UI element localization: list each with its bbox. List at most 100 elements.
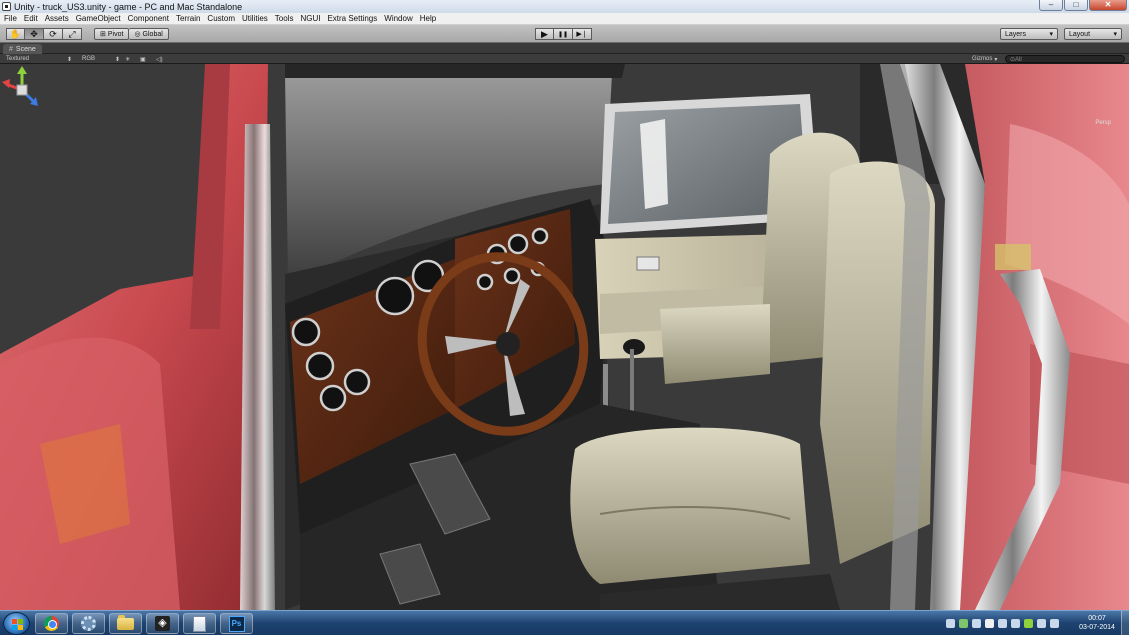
taskbar-document[interactable] <box>183 613 216 634</box>
audio-toggle[interactable]: ◁) <box>156 54 163 64</box>
transform-tools: ✋ ✥ ⟳ ⤢ <box>6 28 82 40</box>
rotate-icon: ⟳ <box>49 28 57 39</box>
speaker-icon[interactable] <box>1037 619 1046 628</box>
taskbar-chrome[interactable] <box>35 613 68 634</box>
tab-scene[interactable]: # Scene <box>3 44 42 54</box>
main-toolbar: ✋ ✥ ⟳ ⤢ ⊞ Pivot ◎ Global ▶ ❚❚ ▶❘ Layers ▾ L… <box>0 25 1129 43</box>
taskbar-unity[interactable]: ◈ <box>146 613 179 634</box>
color-mode-label: RGB <box>82 56 96 62</box>
pause-button[interactable]: ❚❚ <box>554 28 573 40</box>
image-icon: ▣ <box>140 56 146 63</box>
wifi-icon[interactable] <box>1011 619 1020 628</box>
dropdown-arrow-icon: ⬍ <box>115 56 121 63</box>
keyboard-icon[interactable] <box>1050 619 1059 628</box>
minimize-button[interactable]: – <box>1039 0 1063 11</box>
truck-cab-render <box>0 64 1129 610</box>
dropdown-arrow-icon: ▾ <box>994 56 998 63</box>
menu-terrain[interactable]: Terrain <box>176 14 200 23</box>
global-toggle[interactable]: ◎ Global <box>129 28 169 40</box>
window-title: Unity - truck_US3.unity - game - PC and … <box>14 1 243 12</box>
dropdown-arrow-icon: ▾ <box>1113 31 1117 38</box>
gizmos-label: Gizmos <box>972 56 993 62</box>
scene-search-input[interactable]: ⊙All <box>1005 55 1125 63</box>
projection-label[interactable]: Persp <box>1095 120 1111 126</box>
scene-view-toolbar: Textured ⬍ RGB ⬍ ☀ ▣ ◁) Gizmos ▾ ⊙All <box>0 54 1129 64</box>
layout-dropdown-group: Layout ▾ <box>1064 28 1122 40</box>
flag-icon[interactable] <box>985 619 994 628</box>
folder-icon <box>117 614 134 630</box>
taskbar-photoshop[interactable]: Ps <box>220 613 253 634</box>
scene-viewport[interactable]: Persp <box>0 64 1129 610</box>
windows-logo-icon <box>12 619 23 630</box>
global-label: Global <box>142 30 163 38</box>
close-button[interactable]: ✕ <box>1089 0 1127 11</box>
dropdown-arrow-icon: ⬍ <box>67 56 73 63</box>
layout-dropdown[interactable]: Layout ▾ <box>1064 28 1122 40</box>
pivot-label: Pivot <box>107 30 124 38</box>
menu-gameobject[interactable]: GameObject <box>76 14 121 23</box>
color-mode-dropdown[interactable]: RGB ⬍ <box>82 54 120 64</box>
move-icon: ✥ <box>30 28 38 39</box>
scene-tab-label: Scene <box>15 45 36 53</box>
step-button[interactable]: ▶❘ <box>573 28 592 40</box>
sun-icon: ☀ <box>125 56 131 63</box>
system-tray <box>946 616 1063 631</box>
scene-tab-bar: # Scene <box>0 43 1129 54</box>
gizmos-dropdown[interactable]: Gizmos ▾ <box>972 54 997 64</box>
move-tool-button[interactable]: ✥ <box>25 28 44 40</box>
settings-icon <box>81 616 96 631</box>
unity-icon: ◈ <box>155 616 170 631</box>
menu-custom[interactable]: Custom <box>207 14 235 23</box>
maximize-button[interactable]: □ <box>1064 0 1088 11</box>
taskbar-clock[interactable]: 00:07 03-07-2014 <box>1078 614 1116 632</box>
layers-dropdown[interactable]: Layers ▾ <box>1000 28 1058 40</box>
effects-toggle[interactable]: ▣ <box>140 54 146 64</box>
document-icon <box>193 615 206 632</box>
menu-ngui[interactable]: NGUI <box>300 14 320 23</box>
lighting-toggle[interactable]: ☀ <box>125 54 130 64</box>
pivot-toggle[interactable]: ⊞ Pivot <box>94 28 130 40</box>
volume-icon[interactable] <box>972 619 981 628</box>
windows-taskbar: ◈ Ps 00:07 03-07-2014 <box>0 610 1129 635</box>
pivot-controls: ⊞ Pivot ◎ Global <box>94 28 169 40</box>
layers-dropdown-group: Layers ▾ <box>1000 28 1058 40</box>
hand-icon: ✋ <box>9 28 22 39</box>
battery-icon[interactable] <box>1024 619 1033 628</box>
layers-label: Layers <box>1005 30 1027 38</box>
monitor-icon[interactable] <box>998 619 1007 628</box>
clock-time: 00:07 <box>1088 615 1106 622</box>
menu-edit[interactable]: Edit <box>24 14 38 23</box>
play-button[interactable]: ▶ <box>535 28 554 40</box>
menu-extra-settings[interactable]: Extra Settings <box>327 14 377 23</box>
network-icon[interactable] <box>946 619 955 628</box>
global-icon: ◎ <box>134 31 141 38</box>
render-mode-dropdown[interactable]: Textured ⬍ <box>6 54 72 64</box>
menu-bar: File Edit Assets GameObject Component Te… <box>0 13 1129 25</box>
menu-window[interactable]: Window <box>384 14 412 23</box>
speaker-icon: ◁) <box>156 56 163 63</box>
scale-tool-button[interactable]: ⤢ <box>63 28 82 40</box>
menu-utilities[interactable]: Utilities <box>242 14 268 23</box>
scene-orientation-gizmo[interactable] <box>0 64 44 116</box>
layout-label: Layout <box>1069 30 1091 38</box>
taskbar-explorer[interactable] <box>109 613 142 634</box>
start-button[interactable] <box>3 612 30 635</box>
dropdown-arrow-icon: ▾ <box>1049 31 1053 38</box>
hand-tool-button[interactable]: ✋ <box>6 28 25 40</box>
scene-icon: # <box>9 45 13 53</box>
rotate-tool-button[interactable]: ⟳ <box>44 28 63 40</box>
render-mode-label: Textured <box>6 56 30 62</box>
menu-help[interactable]: Help <box>420 14 436 23</box>
playback-controls: ▶ ❚❚ ▶❘ <box>535 28 592 40</box>
menu-assets[interactable]: Assets <box>45 14 69 23</box>
antivirus-icon[interactable] <box>959 619 968 628</box>
menu-tools[interactable]: Tools <box>275 14 294 23</box>
chrome-icon <box>44 616 59 631</box>
taskbar-settings[interactable] <box>72 613 105 634</box>
unity-editor-window: Unity - truck_US3.unity - game - PC and … <box>0 0 1129 635</box>
menu-component[interactable]: Component <box>128 14 169 23</box>
show-desktop-button[interactable] <box>1121 611 1129 635</box>
menu-file[interactable]: File <box>4 14 17 23</box>
window-controls: – □ ✕ <box>1038 0 1127 13</box>
title-bar: Unity - truck_US3.unity - game - PC and … <box>0 0 1129 13</box>
